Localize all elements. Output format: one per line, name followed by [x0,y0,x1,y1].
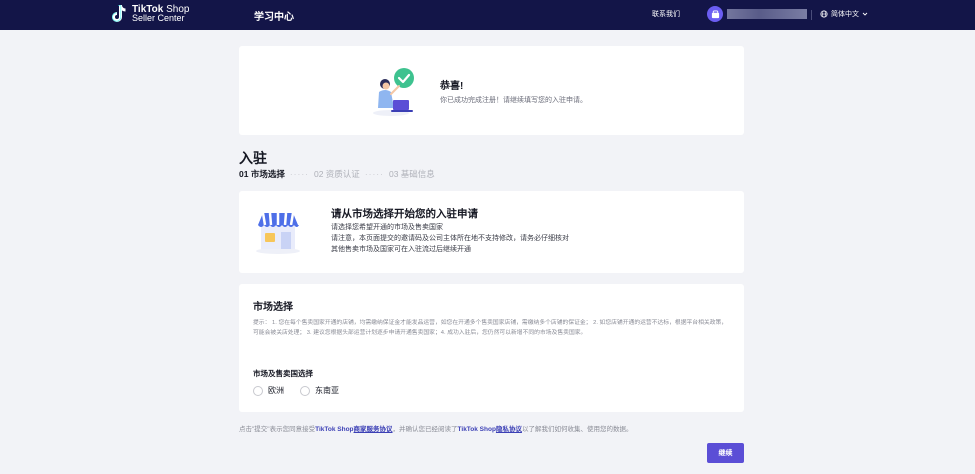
agreement-text: 点击"提交"表示您同意接受TikTok Shop商家服务协议，并确认您已经阅读了… [239,426,633,433]
congrats-title: 恭喜! [440,81,464,92]
merchant-service-agreement-link[interactable]: TikTok Shop商家服务协议 [315,426,392,433]
step-market-selection[interactable]: 01 市场选择 [239,168,285,180]
logo-subtitle: Seller Center [132,13,185,23]
radio-southeast-asia[interactable]: 东南亚 [300,385,339,396]
tiktok-note-icon [112,5,126,22]
username-redacted [727,9,807,19]
market-selection-card: 市场选择 提示： 1. 您在每个售卖国家开通的店铺，均需缴纳保证金才能发品运营，… [239,284,744,412]
intro-line-3: 其他售卖市场及国家可在入驻流过后继续开通 [331,246,471,253]
application-intro-card: 请从市场选择开始您的入驻申请 请选择您希望开通的市场及售卖国家 请注意，本页面提… [239,191,744,273]
market-tip-text: 提示： 1. 您在每个售卖国家开通的店铺，均需缴纳保证金才能发品运营，如您在开通… [253,320,728,336]
continue-button[interactable]: 继续 [707,443,744,463]
success-illustration-icon [373,68,414,116]
radio-europe-label: 欧洲 [268,386,284,395]
market-section-title: 市场选择 [253,302,293,313]
language-selector[interactable]: 简体中文 [820,9,868,19]
radio-circle[interactable] [300,385,310,396]
intro-line-1: 请选择您希望开通的市场及售卖国家 [331,224,443,231]
radio-circle[interactable] [253,385,263,396]
intro-title: 请从市场选择开始您的入驻申请 [331,208,478,220]
learning-center-link[interactable]: 学习中心 [254,8,294,23]
language-label: 简体中文 [831,11,859,18]
header-divider [811,10,812,20]
contact-us-link[interactable]: 联系我们 [652,9,680,19]
registration-success-card: 恭喜! 你已成功完成注册！请继续填写您的入驻申请。 [239,46,744,135]
step-indicator: 01 市场选择 ····· 02 资质认证 ····· 03 基础信息 [239,168,435,180]
globe-icon [820,10,828,18]
page-title: 入驻 [239,150,267,166]
step-separator: ····· [364,169,384,179]
step-qualification: 02 资质认证 [313,169,360,179]
radio-europe[interactable]: 欧洲 [253,385,284,396]
market-radio-group: 欧洲 东南亚 [253,385,339,396]
tiktok-shop-logo[interactable]: TikTok Shop Seller Center [110,4,189,24]
market-country-label: 市场及售卖国选择 [253,369,313,378]
intro-line-2: 请注意，本页面提交的邀请码及公司主体所在地不支持修改，请务必仔细核对 [331,235,569,242]
congrats-message: 你已成功完成注册！请继续填写您的入驻申请。 [440,97,587,104]
top-navigation-bar: TikTok Shop Seller Center 学习中心 联系我们 简体中文 [0,0,975,30]
avatar[interactable] [707,6,723,22]
storefront-icon [256,212,300,254]
step-separator: ····· [289,169,309,179]
step-basic-info: 03 基础信息 [388,169,435,179]
chevron-down-icon [862,12,868,16]
radio-southeast-asia-label: 东南亚 [315,386,339,395]
privacy-policy-link[interactable]: TikTok Shop隐私协议 [458,426,522,433]
shop-avatar-icon [711,9,719,18]
